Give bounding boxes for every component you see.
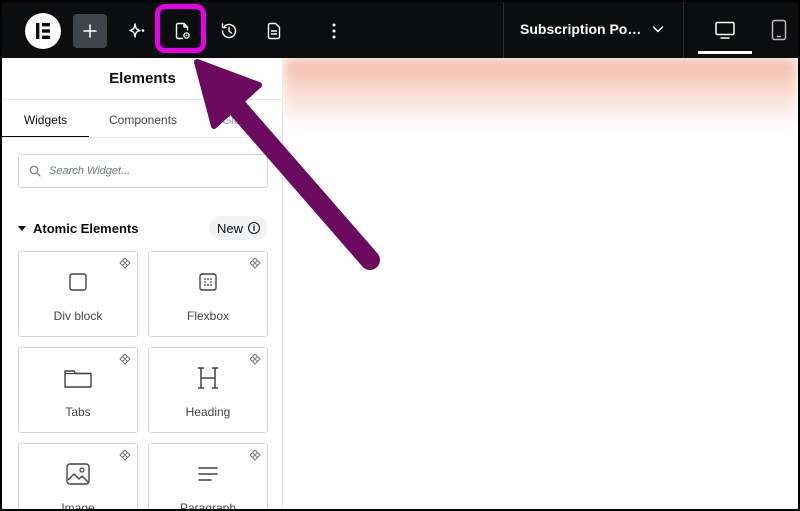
section-title: Atomic Elements [33, 220, 139, 236]
paragraph-icon [149, 460, 267, 488]
ai-button[interactable] [120, 14, 154, 48]
elements-panel: Elements Widgets Components Glo Atomic E… [2, 58, 283, 511]
info-icon: i [248, 222, 260, 234]
div-block-icon [19, 268, 137, 296]
widget-card-flexbox[interactable]: Flexbox [148, 251, 268, 337]
widget-search[interactable] [18, 154, 268, 188]
top-bar: Subscription Pop... [2, 2, 798, 58]
widget-label: Heading [185, 405, 231, 419]
panel-title: Elements [2, 58, 283, 100]
canvas-content-blur [283, 58, 798, 128]
topbar-divider [683, 2, 684, 58]
widget-card-div-block[interactable]: Div block [18, 251, 138, 337]
image-icon [19, 460, 137, 488]
highlight-box [155, 4, 206, 53]
caret-down-icon [18, 225, 26, 231]
tab-global[interactable]: Glo [222, 101, 241, 137]
more-vertical-icon [332, 23, 336, 39]
elementor-logo-icon[interactable] [25, 13, 61, 49]
desktop-view-button[interactable] [698, 2, 752, 58]
tab-components[interactable]: Components [109, 101, 177, 137]
editor-window: Subscription Pop... Elements Widgets Com… [0, 0, 800, 511]
widget-label: Image [61, 501, 95, 511]
widget-label: Paragraph [179, 501, 237, 511]
plus-icon [83, 24, 97, 38]
more-options-button[interactable] [317, 14, 351, 48]
sparkle-icon [129, 23, 145, 38]
widget-label: Tabs [65, 405, 91, 419]
tablet-icon [771, 19, 787, 41]
new-badge-label: New [216, 220, 243, 236]
search-icon [29, 165, 41, 177]
new-badge[interactable]: New i [208, 216, 268, 240]
widget-card-image[interactable]: Image [18, 443, 138, 511]
history-icon [221, 23, 237, 39]
panel-tabs: Widgets Components Glo [2, 101, 283, 138]
chevron-down-icon[interactable] [650, 21, 666, 37]
topbar-divider [503, 2, 504, 58]
widget-card-tabs[interactable]: Tabs [18, 347, 138, 433]
document-title[interactable]: Subscription Pop... [520, 21, 644, 37]
widget-card-paragraph[interactable]: Paragraph [148, 443, 268, 511]
desktop-icon [715, 21, 735, 39]
flexbox-icon [149, 268, 267, 296]
tab-widgets[interactable]: Widgets [2, 101, 89, 137]
structure-button[interactable] [257, 14, 291, 48]
tabs-icon [19, 364, 137, 392]
structure-icon [267, 22, 281, 40]
editor-canvas[interactable] [283, 58, 798, 509]
widget-card-heading[interactable]: Heading [148, 347, 268, 433]
add-element-button[interactable] [73, 14, 107, 48]
widget-label: Div block [53, 309, 103, 323]
history-button[interactable] [212, 14, 246, 48]
tablet-view-button[interactable] [760, 2, 798, 58]
heading-icon [149, 364, 267, 392]
atomic-elements-section-header[interactable]: Atomic Elements New i [18, 216, 268, 240]
widget-label: Flexbox [186, 309, 230, 323]
search-input[interactable] [49, 165, 249, 177]
